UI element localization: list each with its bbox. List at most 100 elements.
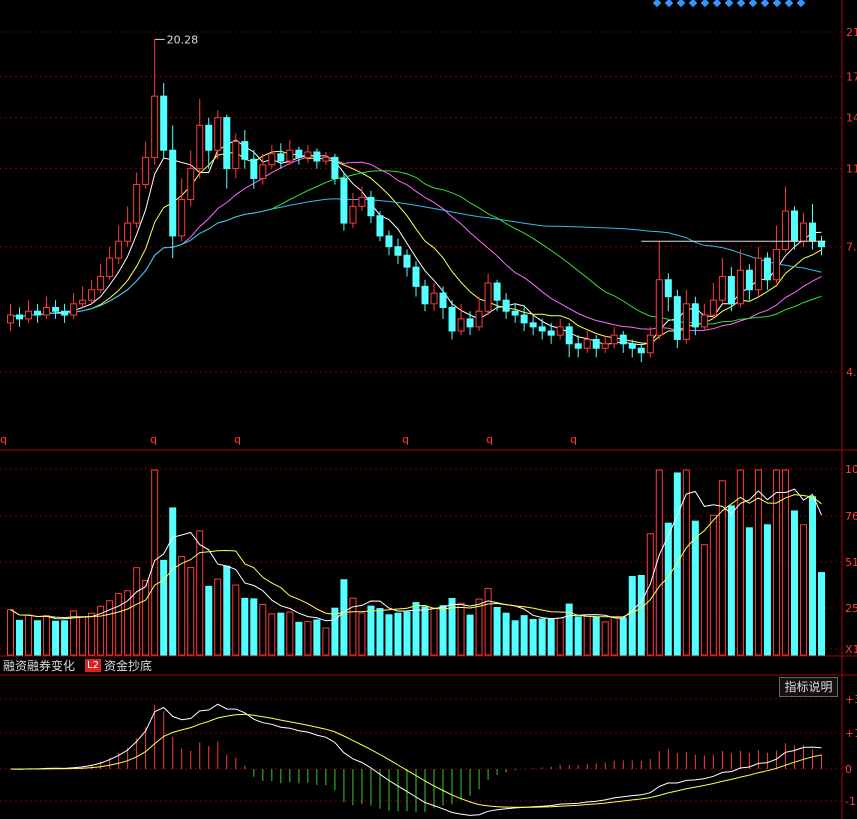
candle-down[interactable] xyxy=(61,310,69,316)
candle-down[interactable] xyxy=(520,314,528,324)
candle-up[interactable] xyxy=(70,303,78,316)
volume-bar[interactable] xyxy=(250,598,258,656)
volume-bar[interactable] xyxy=(610,616,618,656)
volume-bar[interactable] xyxy=(808,496,816,656)
volume-bar[interactable] xyxy=(745,527,753,656)
candle-down[interactable] xyxy=(367,196,375,217)
volume-bar[interactable] xyxy=(223,565,231,656)
volume-bar[interactable] xyxy=(268,613,276,656)
candle-down[interactable] xyxy=(250,158,258,179)
candle-down[interactable] xyxy=(160,95,168,151)
candle-up[interactable] xyxy=(259,164,267,179)
volume-bar[interactable] xyxy=(169,507,177,656)
candle-down[interactable] xyxy=(727,276,735,305)
candle-down[interactable] xyxy=(448,306,456,332)
candle-down[interactable] xyxy=(619,334,627,345)
volume-bar[interactable] xyxy=(502,612,510,656)
candle-down[interactable] xyxy=(565,326,573,345)
candle-down[interactable] xyxy=(277,153,285,162)
candle-down[interactable] xyxy=(52,306,60,312)
volume-bar[interactable] xyxy=(88,612,96,656)
candle-up[interactable] xyxy=(43,306,51,316)
candle-down[interactable] xyxy=(394,246,402,256)
candle-down[interactable] xyxy=(169,149,177,237)
candle-up[interactable] xyxy=(700,314,708,328)
candle-down[interactable] xyxy=(205,124,213,151)
candle-up[interactable] xyxy=(97,276,105,291)
candle-up[interactable] xyxy=(718,276,726,301)
volume-bar[interactable] xyxy=(286,611,294,656)
volume-bar[interactable] xyxy=(628,576,636,656)
volume-bar[interactable] xyxy=(484,587,492,656)
volume-bar[interactable] xyxy=(214,578,222,656)
indicator-help-button[interactable]: 指标说明 xyxy=(779,677,838,697)
candle-up[interactable] xyxy=(610,334,618,345)
volume-bar[interactable] xyxy=(664,522,672,656)
volume-bar[interactable] xyxy=(574,616,582,656)
candle-up[interactable] xyxy=(799,222,807,242)
candle-down[interactable] xyxy=(385,235,393,248)
candle-up[interactable] xyxy=(268,153,276,166)
candle-down[interactable] xyxy=(241,141,249,160)
volume-bar[interactable] xyxy=(475,598,483,656)
candle-up[interactable] xyxy=(187,168,195,201)
candle-up[interactable] xyxy=(457,318,465,332)
volume-bar[interactable] xyxy=(529,618,537,656)
volume-bar[interactable] xyxy=(232,584,240,656)
volume-bar[interactable] xyxy=(313,619,321,656)
volume-bar[interactable] xyxy=(565,603,573,656)
candle-down[interactable] xyxy=(763,257,771,281)
candle-down[interactable] xyxy=(295,149,303,158)
candle-up[interactable] xyxy=(115,240,123,259)
volume-bar[interactable] xyxy=(304,621,312,656)
candle-up[interactable] xyxy=(133,184,141,224)
candle-down[interactable] xyxy=(592,338,600,349)
candle-up[interactable] xyxy=(430,292,438,305)
volume-bar[interactable] xyxy=(439,605,447,656)
volume-bar[interactable] xyxy=(619,617,627,656)
candle-down[interactable] xyxy=(745,269,753,291)
candle-down[interactable] xyxy=(34,310,42,316)
volume-bar[interactable] xyxy=(772,469,780,656)
volume-bar[interactable] xyxy=(466,614,474,656)
candle-up[interactable] xyxy=(151,95,159,158)
volume-bar[interactable] xyxy=(178,555,186,656)
volume-bar[interactable] xyxy=(637,574,645,656)
candle-down[interactable] xyxy=(340,177,348,224)
candle-up[interactable] xyxy=(286,149,294,162)
candle-up[interactable] xyxy=(88,289,96,301)
volume-bar[interactable] xyxy=(367,605,375,656)
volume-bar[interactable] xyxy=(151,469,159,656)
candle-up[interactable] xyxy=(484,282,492,312)
candle-down[interactable] xyxy=(376,215,384,237)
candle-down[interactable] xyxy=(313,151,321,162)
candle-up[interactable] xyxy=(349,205,357,224)
candle-up[interactable] xyxy=(709,299,717,316)
candle-up[interactable] xyxy=(646,334,654,354)
volume-bar[interactable] xyxy=(583,615,591,656)
candle-up[interactable] xyxy=(196,124,204,170)
candle-down[interactable] xyxy=(493,282,501,301)
volume-bar[interactable] xyxy=(448,597,456,656)
candle-up[interactable] xyxy=(682,303,690,340)
volume-bar[interactable] xyxy=(295,621,303,656)
volume-bar[interactable] xyxy=(43,615,51,656)
volume-bar[interactable] xyxy=(430,607,438,656)
volume-bar[interactable] xyxy=(763,524,771,656)
candle-down[interactable] xyxy=(511,310,519,316)
volume-bar[interactable] xyxy=(160,559,168,656)
volume-bar[interactable] xyxy=(520,615,528,656)
volume-bar[interactable] xyxy=(205,585,213,656)
volume-bar[interactable] xyxy=(322,627,330,656)
chart-canvas[interactable]: 21 17 14 11 7.6 4.2 10 76 51 25 X1 +3 +1 0 -1 20.28 q q q q… xyxy=(0,0,857,819)
candle-up[interactable] xyxy=(178,199,186,237)
candle-up[interactable] xyxy=(79,299,87,305)
candle-down[interactable] xyxy=(817,240,826,248)
volume-bar[interactable] xyxy=(115,593,123,656)
candle-up[interactable] xyxy=(475,310,483,328)
volume-bar[interactable] xyxy=(691,520,699,656)
candle-down[interactable] xyxy=(223,117,231,170)
volume-bar[interactable] xyxy=(52,620,60,656)
candle-up[interactable] xyxy=(583,338,591,349)
candle-down[interactable] xyxy=(529,322,537,328)
